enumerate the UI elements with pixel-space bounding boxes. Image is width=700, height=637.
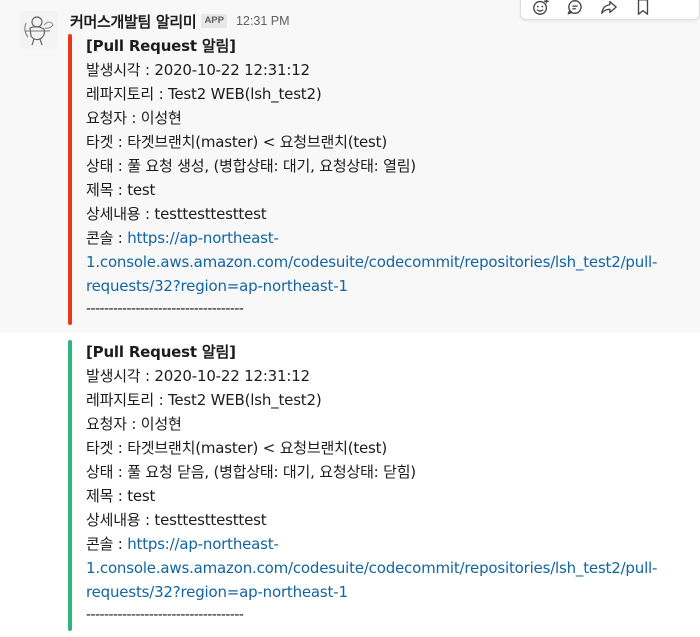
divider-line: ----------------------------------- bbox=[86, 606, 244, 623]
requester-line: 요청자 : 이성현 bbox=[86, 415, 182, 433]
message-timestamp[interactable]: 12:31 PM bbox=[236, 14, 290, 28]
bookmark-icon bbox=[637, 0, 649, 15]
message-actions-toolbar bbox=[520, 0, 700, 20]
console-link[interactable]: https://ap-northeast- 1.console.aws.amazo… bbox=[86, 535, 657, 601]
status-line: 상태 : 풀 요청 닫음, (병합상태: 대기, 요청상태: 닫힘) bbox=[86, 463, 416, 481]
occurred-time-line: 발생시각 : 2020-10-22 12:31:12 bbox=[86, 367, 310, 385]
sender-name[interactable]: 커머스개발팀 알리미 bbox=[70, 11, 197, 32]
target-branch-line: 타겟 : 타겟브랜치(master) < 요청브랜치(test) bbox=[86, 439, 388, 457]
app-badge: APP bbox=[201, 14, 227, 28]
share-icon bbox=[601, 0, 617, 14]
pull-request-attachment-created: [Pull Request 알림] 발생시각 : 2020-10-22 12:3… bbox=[68, 34, 688, 325]
divider-line: ----------------------------------- bbox=[86, 300, 244, 317]
share-message-button[interactable] bbox=[595, 0, 623, 19]
requester-line: 요청자 : 이성현 bbox=[86, 109, 182, 127]
console-line: 콘솔 : https://ap-northeast- 1.console.aws.… bbox=[86, 226, 676, 298]
cupid-avatar-icon bbox=[20, 11, 58, 49]
console-line: 콘솔 : https://ap-northeast- 1.console.aws.… bbox=[86, 532, 676, 604]
add-reaction-button[interactable] bbox=[527, 0, 555, 19]
message-header: 커머스개발팀 알리미 APP 12:31 PM bbox=[70, 11, 290, 32]
occurred-time-line: 발생시각 : 2020-10-22 12:31:12 bbox=[86, 61, 310, 79]
reply-thread-button[interactable] bbox=[561, 0, 589, 19]
attachment-color-bar bbox=[68, 34, 72, 325]
console-label: 콘솔 : bbox=[86, 229, 128, 247]
avatar[interactable] bbox=[20, 11, 58, 49]
status-line: 상태 : 풀 요청 생성, (병합상태: 대기, 요청상태: 열림) bbox=[86, 157, 416, 175]
emoji-reaction-icon bbox=[533, 0, 549, 15]
subject-line: 제목 : test bbox=[86, 181, 156, 199]
save-message-button[interactable] bbox=[629, 0, 657, 19]
target-branch-line: 타겟 : 타겟브랜치(master) < 요청브랜치(test) bbox=[86, 133, 388, 151]
detail-line: 상세내용 : testtesttesttest bbox=[86, 205, 267, 223]
attachment-color-bar bbox=[68, 340, 72, 631]
console-label: 콘솔 : bbox=[86, 535, 128, 553]
subject-line: 제목 : test bbox=[86, 487, 156, 505]
pull-request-attachment-closed: [Pull Request 알림] 발생시각 : 2020-10-22 12:3… bbox=[68, 340, 688, 631]
repository-line: 레파지토리 : Test2 WEB(lsh_test2) bbox=[86, 391, 322, 409]
reply-thread-icon bbox=[567, 0, 582, 15]
chat-view: 커머스개발팀 알리미 APP 12:31 PM [Pull Request 알림… bbox=[0, 0, 700, 637]
repository-line: 레파지토리 : Test2 WEB(lsh_test2) bbox=[86, 85, 322, 103]
detail-line: 상세내용 : testtesttesttest bbox=[86, 511, 267, 529]
attachment-title: [Pull Request 알림] bbox=[86, 343, 236, 361]
attachment-title: [Pull Request 알림] bbox=[86, 37, 236, 55]
console-link[interactable]: https://ap-northeast- 1.console.aws.amazo… bbox=[86, 229, 657, 295]
